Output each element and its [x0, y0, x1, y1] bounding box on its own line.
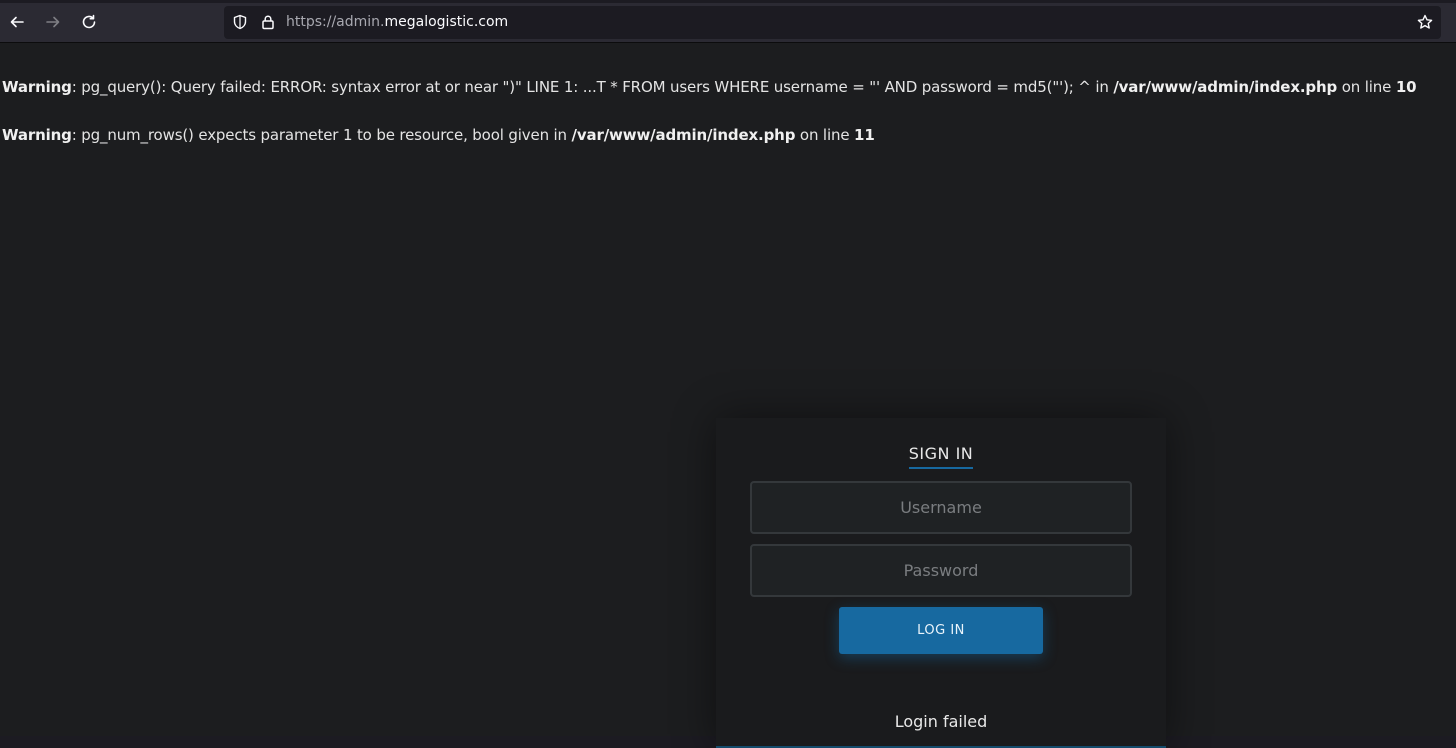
url-text[interactable]: https://admin.megalogistic.com — [286, 14, 508, 31]
reload-button[interactable] — [74, 7, 104, 37]
reload-icon — [82, 14, 96, 29]
arrow-right-icon — [46, 16, 60, 28]
username-input[interactable] — [750, 481, 1132, 534]
forward-button[interactable] — [38, 7, 68, 37]
back-button[interactable] — [2, 7, 32, 37]
warning-label: Warning — [2, 78, 72, 96]
sign-in-title: SIGN IN — [908, 444, 974, 469]
url-bar[interactable]: https://admin.megalogistic.com — [224, 6, 1441, 39]
password-input[interactable] — [750, 544, 1132, 597]
tracking-protection-shield-icon[interactable] — [232, 14, 248, 30]
url-scheme: https://admin. — [286, 14, 385, 30]
warning-line-text: on line — [1337, 78, 1396, 96]
login-status-message: Login failed — [894, 712, 988, 731]
warning-line-text: on line — [795, 126, 855, 144]
warning-message: : pg_query(): Query failed: ERROR: synta… — [71, 78, 1114, 96]
arrow-left-icon — [10, 16, 24, 28]
sign-in-heading: SIGN IN — [716, 444, 1166, 469]
bookmark-star-icon[interactable] — [1417, 14, 1433, 30]
lock-icon[interactable] — [260, 14, 276, 30]
warning-line-number: 10 — [1395, 78, 1417, 96]
log-in-button[interactable]: LOG IN — [839, 607, 1043, 654]
warning-file: /var/www/admin/index.php — [571, 126, 796, 144]
warning-file: /var/www/admin/index.php — [1113, 78, 1338, 96]
warning-line-number: 11 — [854, 126, 875, 144]
browser-toolbar: https://admin.megalogistic.com — [0, 0, 1456, 43]
url-domain: megalogistic.com — [384, 14, 509, 30]
warning-message: : pg_num_rows() expects parameter 1 to b… — [71, 126, 572, 144]
php-warning: Warning: pg_query(): Query failed: ERROR… — [2, 77, 1417, 97]
warning-label: Warning — [2, 126, 72, 144]
page-content: Warning: pg_query(): Query failed: ERROR… — [0, 43, 1456, 748]
login-card: SIGN IN LOG IN Login failed — [716, 418, 1166, 748]
php-warning: Warning: pg_num_rows() expects parameter… — [2, 125, 875, 145]
